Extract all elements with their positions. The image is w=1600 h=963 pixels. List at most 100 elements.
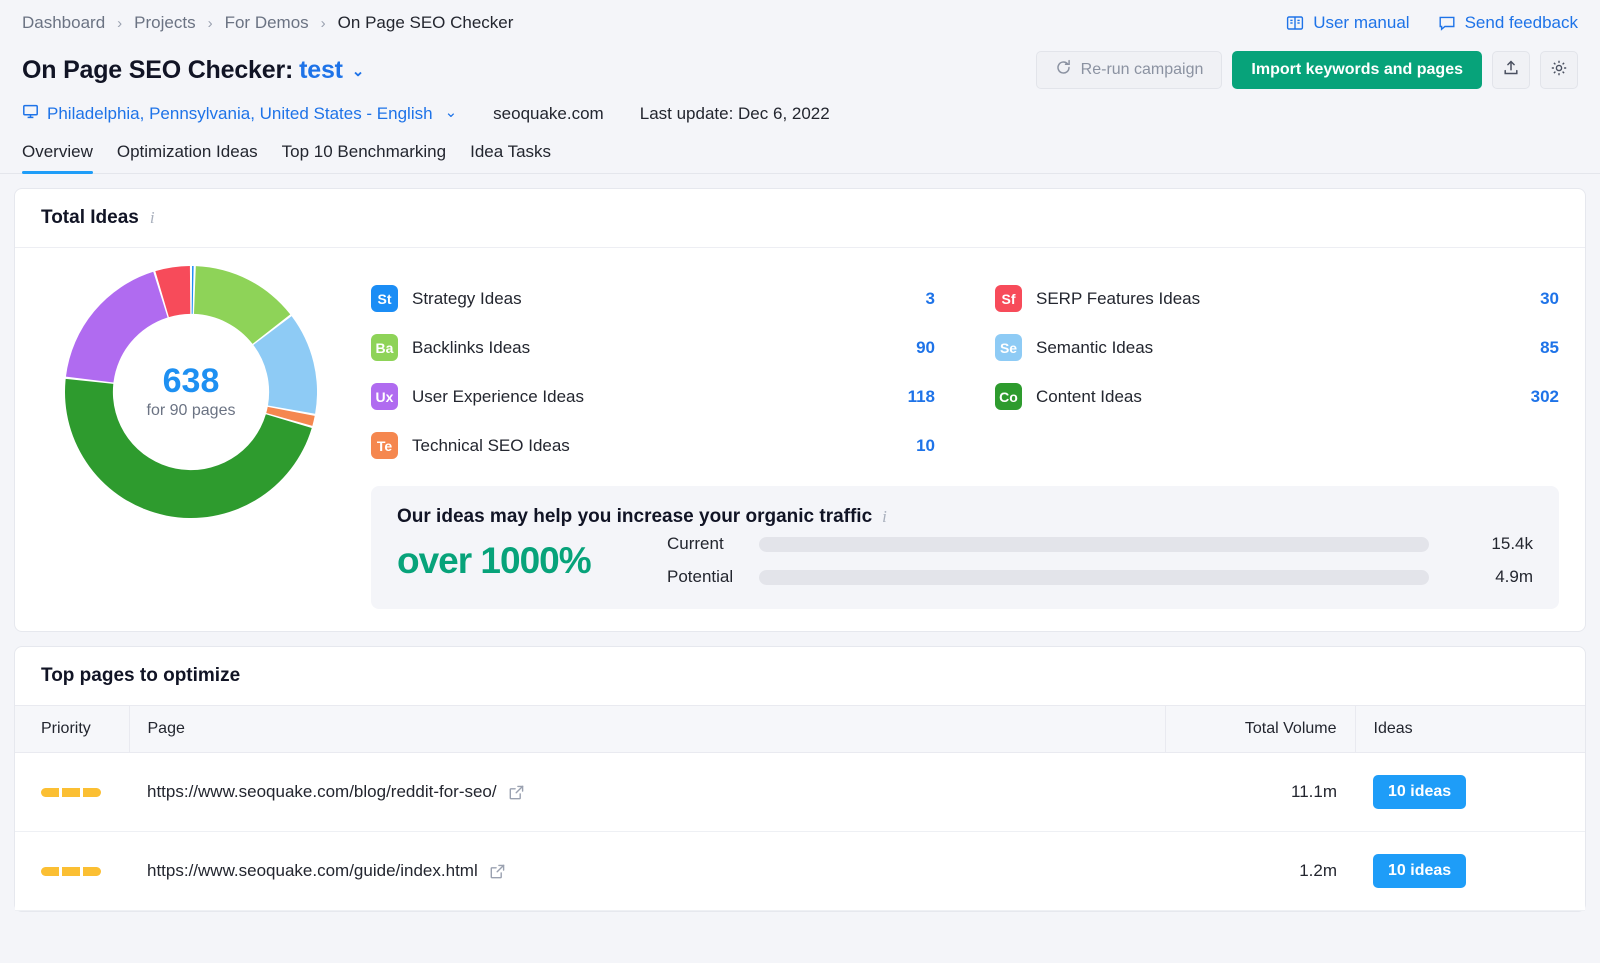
legend-item-user-experience[interactable]: Ux User Experience Ideas 118 <box>371 372 935 421</box>
content-badge-icon: Co <box>995 383 1022 410</box>
column-header-total-volume[interactable]: Total Volume <box>1164 705 1355 753</box>
user-manual-label: User manual <box>1313 13 1410 32</box>
breadcrumb-item-current: On Page SEO Checker <box>337 13 514 32</box>
info-icon[interactable]: i <box>882 507 887 527</box>
tab-bar: Overview Optimization Ideas Top 10 Bench… <box>0 134 1600 174</box>
table-header-row: Priority Page Total Volume Ideas <box>15 705 1585 753</box>
page-cell: https://www.seoquake.com/guide/index.htm… <box>147 861 1147 881</box>
cell-total-volume: 1.2m <box>1165 831 1355 911</box>
settings-button[interactable] <box>1540 51 1578 89</box>
total-ideas-card: Total Ideas i 638 for 90 pages St Strate… <box>14 188 1586 632</box>
top-pages-title: Top pages to optimize <box>41 665 241 686</box>
organic-traffic-body: over 1000% Current 15.4k Potential 4.9m <box>397 534 1533 587</box>
domain-label: seoquake.com <box>493 104 604 123</box>
page-url[interactable]: https://www.seoquake.com/guide/index.htm… <box>147 861 478 881</box>
book-icon <box>1286 14 1304 32</box>
rerun-campaign-button[interactable]: Re-run campaign <box>1035 51 1223 89</box>
legend-label: Semantic Ideas <box>1036 337 1154 357</box>
bar-track <box>759 569 1429 585</box>
ideas-pill-button[interactable]: 10 ideas <box>1373 854 1467 888</box>
refresh-icon <box>1055 59 1072 81</box>
tab-overview[interactable]: Overview <box>22 142 105 174</box>
legend-label: Content Ideas <box>1036 386 1142 406</box>
donut-chart: 638 for 90 pages <box>65 266 317 518</box>
strategy-badge-icon: St <box>371 285 398 312</box>
chevron-down-icon: ⌄ <box>444 104 458 121</box>
send-feedback-link[interactable]: Send feedback <box>1438 13 1578 33</box>
breadcrumb-item-projects[interactable]: Projects <box>134 13 195 33</box>
traffic-bar-current: Current 15.4k <box>667 534 1533 554</box>
traffic-increase-percent: over 1000% <box>397 539 592 581</box>
page-title-prefix: On Page SEO Checker: <box>22 55 294 84</box>
location-selector[interactable]: Philadelphia, Pennsylvania, United State… <box>22 103 457 125</box>
semantic-badge-icon: Se <box>995 334 1022 361</box>
breadcrumb-item-dashboard[interactable]: Dashboard <box>22 13 105 33</box>
legend-value: 90 <box>916 337 935 357</box>
cell-priority <box>15 831 129 911</box>
legend-value: 10 <box>916 435 935 455</box>
ideas-right: St Strategy Ideas 3 Ba Backlinks Ideas 9… <box>341 260 1559 609</box>
column-header-ideas[interactable]: Ideas <box>1354 705 1585 753</box>
legend-item-strategy[interactable]: St Strategy Ideas 3 <box>371 274 935 323</box>
chevron-down-icon[interactable]: ⌄ <box>352 62 365 80</box>
serp-features-badge-icon: Sf <box>995 285 1022 312</box>
backlinks-badge-icon: Ba <box>371 334 398 361</box>
ideas-pill-button[interactable]: 10 ideas <box>1373 775 1467 809</box>
legend-column-left: St Strategy Ideas 3 Ba Backlinks Ideas 9… <box>371 274 935 470</box>
tab-optimization-ideas[interactable]: Optimization Ideas <box>105 142 270 173</box>
priority-indicator-icon <box>41 866 111 876</box>
page-url[interactable]: https://www.seoquake.com/blog/reddit-for… <box>147 782 497 802</box>
app-page: Dashboard › Projects › For Demos › On Pa… <box>0 0 1600 963</box>
info-icon[interactable]: i <box>150 208 155 228</box>
legend-item-backlinks[interactable]: Ba Backlinks Ideas 90 <box>371 323 935 372</box>
breadcrumb-item-for-demos[interactable]: For Demos <box>225 13 309 33</box>
legend-label: SERP Features Ideas <box>1036 288 1201 308</box>
tab-top-10-benchmarking[interactable]: Top 10 Benchmarking <box>270 142 458 173</box>
donut-slice[interactable] <box>65 271 168 383</box>
meta-row: Philadelphia, Pennsylvania, United State… <box>0 94 1600 134</box>
tab-idea-tasks[interactable]: Idea Tasks <box>458 142 563 173</box>
import-keywords-button[interactable]: Import keywords and pages <box>1232 51 1482 89</box>
location-label: Philadelphia, Pennsylvania, United State… <box>47 104 433 123</box>
legend-item-serp-features[interactable]: Sf SERP Features Ideas 30 <box>995 274 1559 323</box>
bar-label: Current <box>667 534 724 553</box>
export-button[interactable] <box>1492 51 1530 89</box>
campaign-name[interactable]: test <box>299 56 343 84</box>
table-body: https://www.seoquake.com/blog/reddit-for… <box>15 752 1585 911</box>
top-pages-table: Priority Page Total Volume Ideas https:/… <box>15 705 1585 911</box>
donut-slice[interactable] <box>191 266 194 314</box>
bar-value: 4.9m <box>1495 567 1533 586</box>
user-experience-badge-icon: Ux <box>371 383 398 410</box>
legend-value: 85 <box>1540 337 1559 357</box>
donut-chart-svg <box>65 266 317 518</box>
rerun-campaign-label: Re-run campaign <box>1080 61 1204 78</box>
legend-item-content[interactable]: Co Content Ideas 302 <box>995 372 1559 421</box>
top-pages-card: Top pages to optimize Priority Page Tota… <box>14 646 1586 912</box>
user-manual-link[interactable]: User manual <box>1286 13 1410 33</box>
legend-item-technical-seo[interactable]: Te Technical SEO Ideas 10 <box>371 421 935 470</box>
external-link-icon[interactable] <box>489 863 506 880</box>
bar-label: Potential <box>667 567 734 586</box>
priority-indicator-icon <box>41 787 111 797</box>
top-pages-header: Top pages to optimize <box>15 647 1585 705</box>
technical-seo-badge-icon: Te <box>371 432 398 459</box>
breadcrumb: Dashboard › Projects › For Demos › On Pa… <box>0 0 1600 46</box>
legend-item-semantic[interactable]: Se Semantic Ideas 85 <box>995 323 1559 372</box>
desktop-icon <box>22 103 39 125</box>
traffic-bars: Current 15.4k Potential 4.9m <box>667 534 1533 587</box>
title-actions: Re-run campaign Import keywords and page… <box>1035 46 1578 94</box>
page-cell: https://www.seoquake.com/blog/reddit-for… <box>147 782 1147 802</box>
header-links: User manual Send feedback <box>1286 0 1578 46</box>
total-ideas-title: Total Ideas <box>41 207 139 228</box>
legend-value: 302 <box>1530 386 1559 406</box>
external-link-icon[interactable] <box>508 784 525 801</box>
speech-bubble-icon <box>1438 14 1456 32</box>
column-header-priority[interactable]: Priority <box>15 705 129 753</box>
legend-value: 30 <box>1540 288 1559 308</box>
organic-traffic-panel: Our ideas may help you increase your org… <box>371 486 1559 609</box>
table-row: https://www.seoquake.com/guide/index.htm… <box>15 831 1585 911</box>
legend-value: 3 <box>925 288 935 308</box>
legend-grid: St Strategy Ideas 3 Ba Backlinks Ideas 9… <box>341 260 1559 470</box>
column-header-page[interactable]: Page <box>128 705 1165 753</box>
traffic-bar-potential: Potential 4.9m <box>667 567 1533 587</box>
